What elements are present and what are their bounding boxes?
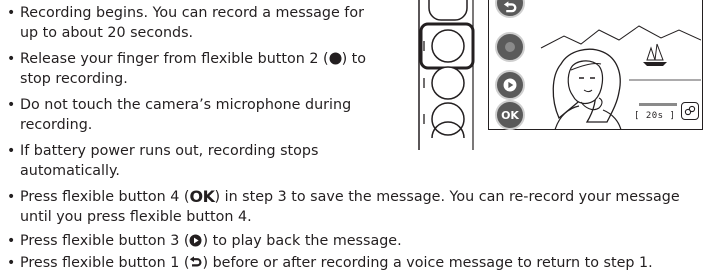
screen-ok-button: OK (495, 100, 525, 130)
bullet-text: ) in step 3 to save the message. You can… (214, 189, 680, 205)
bullet-text: ) to play back the message. (202, 233, 402, 249)
bullet-release-finger: Release your finger from flexible button… (0, 50, 400, 68)
bullet-recording-begins: Recording begins. You can record a messa… (0, 4, 400, 22)
play-circle-icon (189, 234, 202, 247)
recording-progress-bar (639, 103, 677, 106)
bullet-text: automatically. (20, 163, 120, 179)
bullet-play-back: Press flexible button 3 ( ) to play back … (0, 232, 703, 250)
flexible-button-1 (428, 0, 468, 21)
bullet-text: until you press flexible button 4. (20, 209, 252, 225)
bullet-text: ) to (341, 51, 367, 67)
bullet-text: If battery power runs out, recording sto… (20, 143, 319, 159)
bullet-continuation: up to about 20 seconds. (0, 24, 400, 42)
bullet-text: Press flexible button 4 ( (20, 189, 190, 205)
bullet-text: Release your finger from flexible button… (20, 51, 329, 67)
screen-play-button (495, 70, 525, 100)
camera-body-illustration (418, 0, 475, 150)
bullet-text: stop recording. (20, 71, 128, 87)
bullet-text: Press flexible button 3 ( (20, 233, 190, 249)
bullet-microphone: Do not touch the camera’s microphone dur… (0, 96, 400, 114)
bullet-text: recording. (20, 117, 93, 133)
microphone-button (681, 102, 699, 120)
flexible-button-4 (431, 102, 465, 136)
flexible-button-3 (431, 66, 465, 100)
bullet-text: Press flexible button 1 ( (20, 255, 190, 271)
timer-readout: [ 20s ] (634, 111, 676, 121)
back-arrow-icon (190, 256, 202, 267)
bullet-return-step1: Press flexible button 1 ( ) before or aft… (0, 254, 703, 272)
back-arrow-icon (503, 1, 517, 13)
play-circle-icon (503, 78, 517, 92)
screen-record-button (495, 32, 525, 62)
bullet-text: up to about 20 seconds. (20, 25, 194, 41)
bullet-continuation: until you press flexible button 4. (0, 208, 703, 226)
bullet-text: ) before or after recording a voice mess… (202, 255, 653, 271)
record-dot-icon (505, 42, 515, 52)
bullet-text: Recording begins. You can record a messa… (20, 5, 364, 21)
bullet-continuation: automatically. (0, 162, 400, 180)
bullet-text: Do not touch the camera’s microphone dur… (20, 97, 352, 113)
bullet-save-message: Press flexible button 4 (OK) in step 3 t… (0, 188, 703, 206)
filled-circle-icon (329, 52, 342, 65)
bullet-continuation: recording. (0, 116, 400, 134)
flexible-button-2 (431, 29, 465, 63)
ok-symbol: OK (189, 187, 215, 206)
microphone-icon (684, 105, 696, 116)
ok-label: OK (501, 108, 519, 122)
camera-screen: OK [ 20s ] (488, 0, 703, 130)
bullet-continuation: stop recording. (0, 70, 400, 88)
bullet-battery: If battery power runs out, recording sto… (0, 142, 400, 160)
